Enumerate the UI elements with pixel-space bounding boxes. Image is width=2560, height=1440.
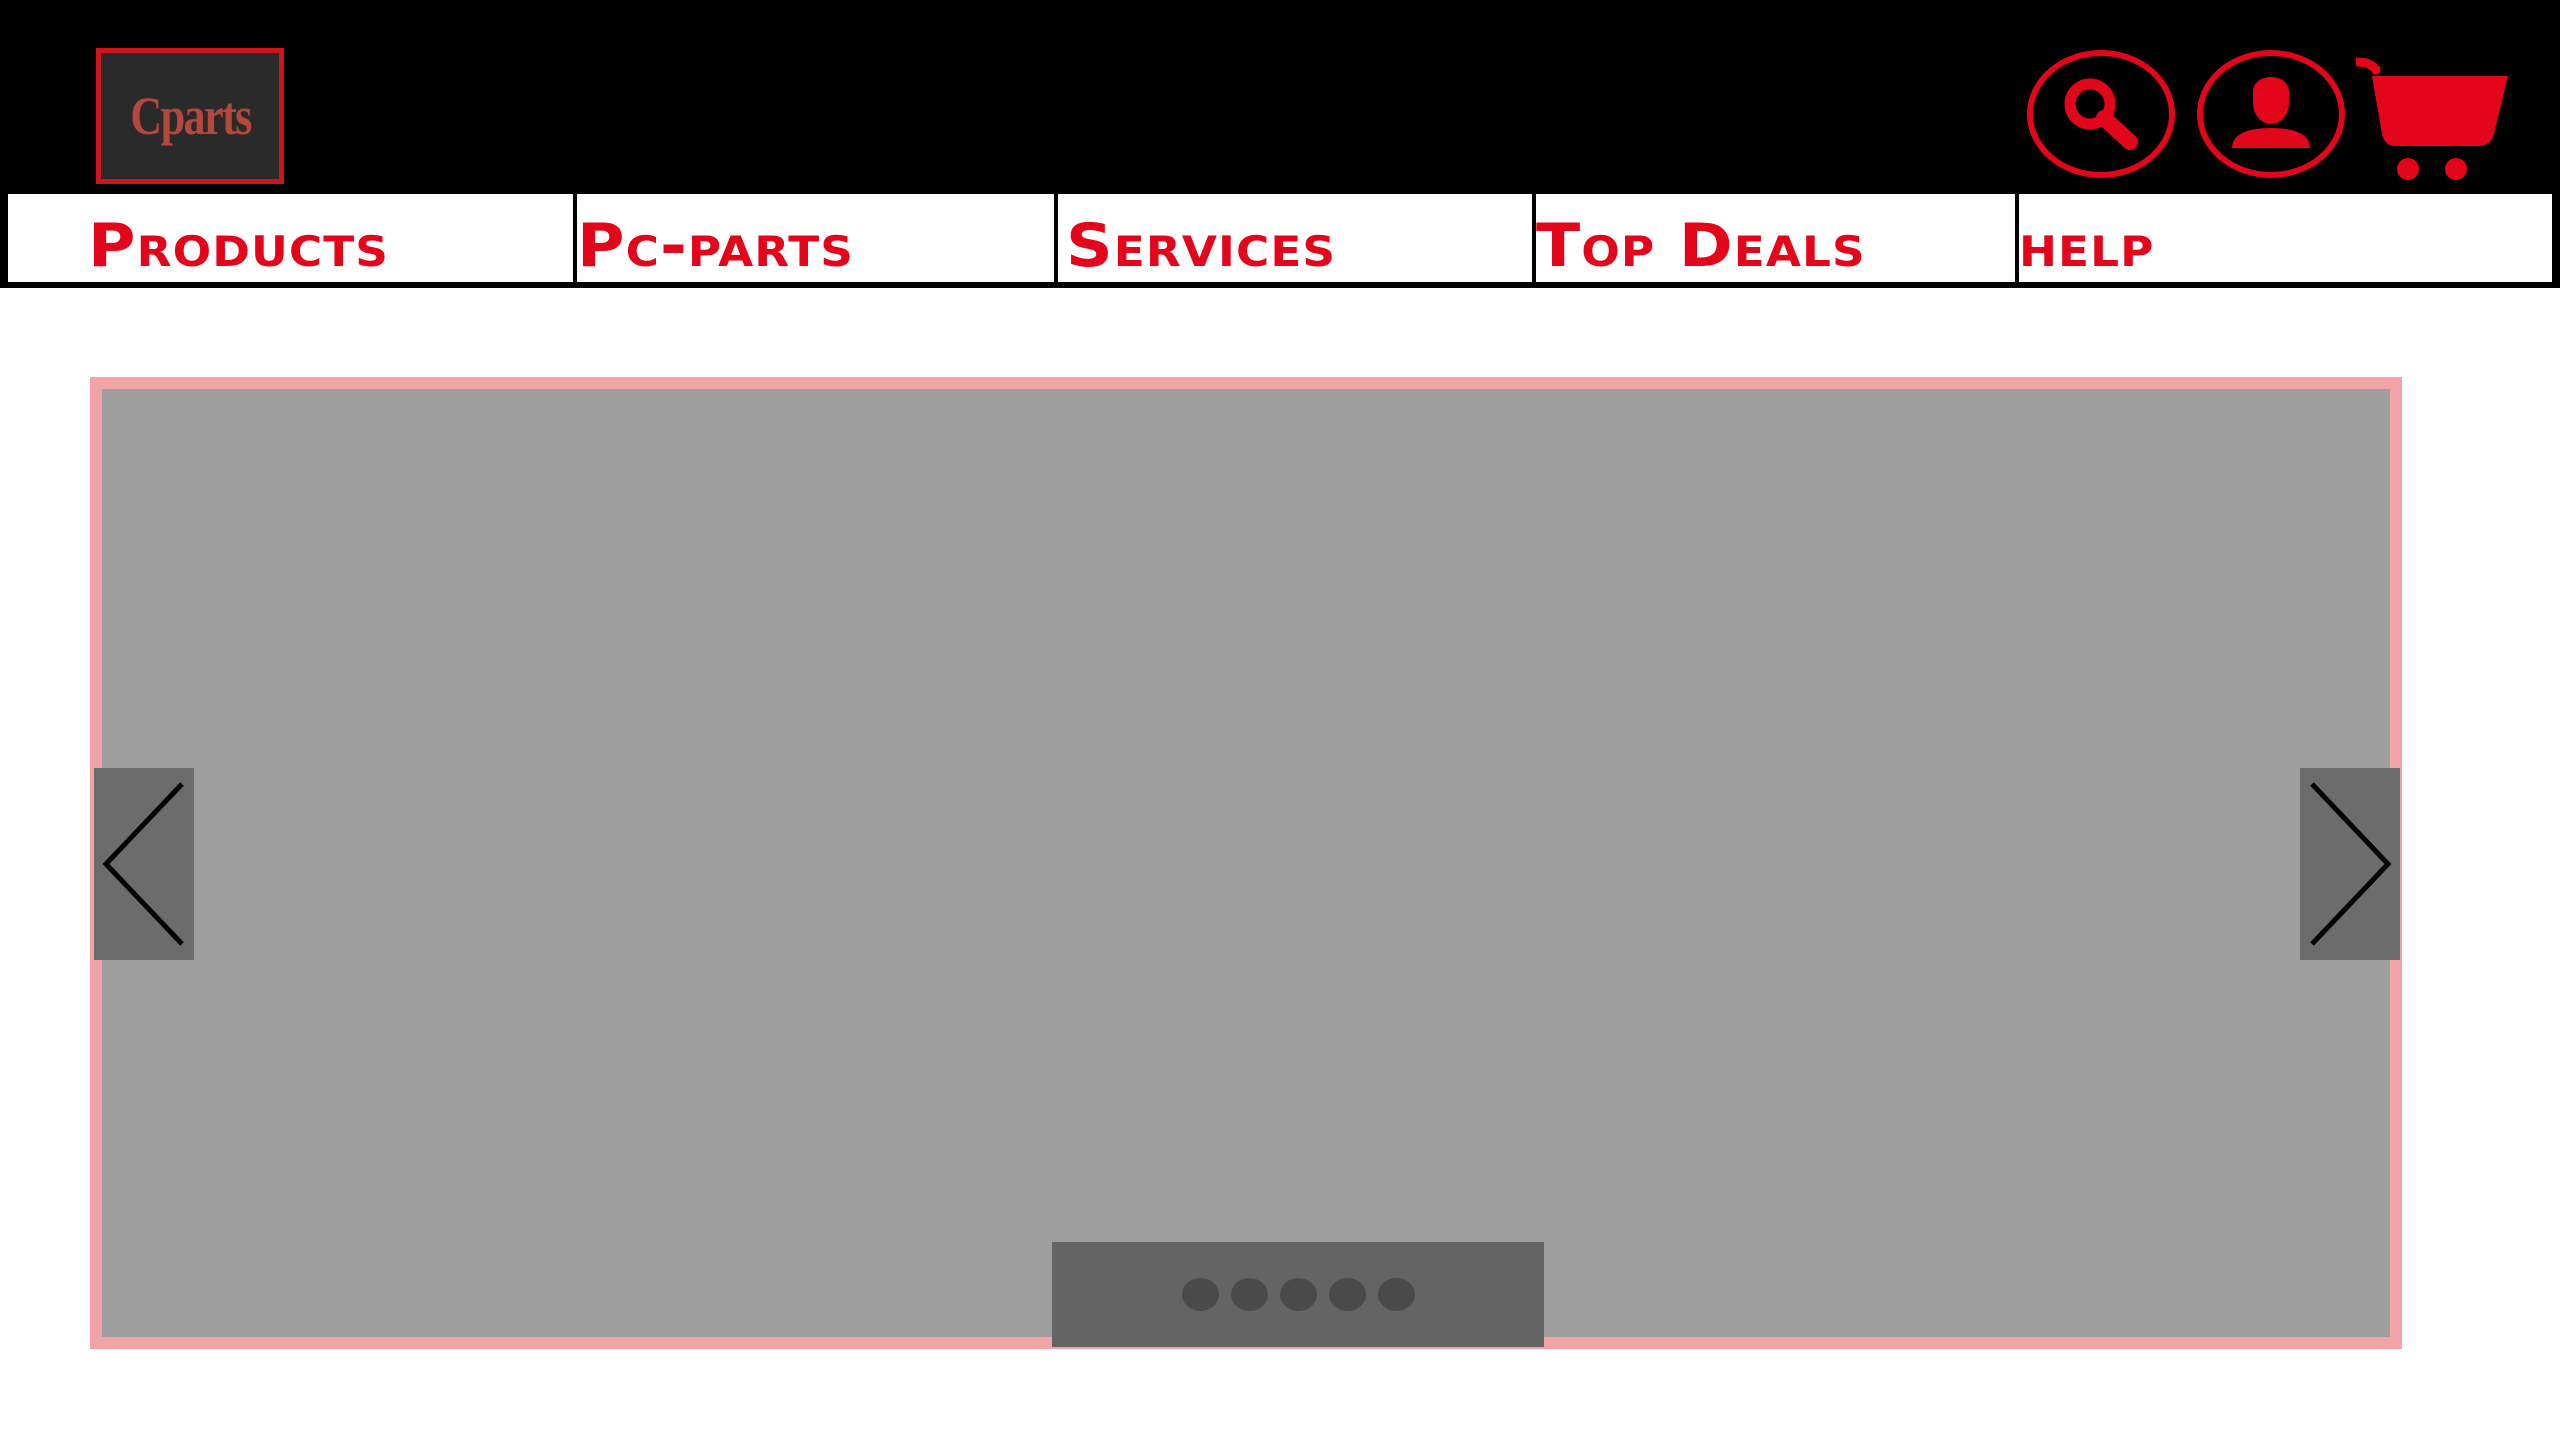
search-icon bbox=[2027, 50, 2175, 178]
carousel-indicators bbox=[1052, 1242, 1544, 1347]
carousel-dot[interactable] bbox=[1377, 1278, 1415, 1311]
search-button[interactable] bbox=[2026, 50, 2176, 178]
site-logo[interactable]: Cparts bbox=[96, 48, 284, 184]
nav-item-label: Products bbox=[88, 211, 390, 281]
carousel-slide[interactable] bbox=[102, 389, 2390, 1337]
user-account-icon bbox=[2197, 50, 2345, 178]
nav-item-services[interactable]: Services bbox=[1058, 194, 1532, 282]
logo-text: Cparts bbox=[129, 86, 252, 146]
chevron-left-icon bbox=[102, 782, 184, 946]
carousel-dot[interactable] bbox=[1279, 1278, 1317, 1311]
carousel-prev-button[interactable] bbox=[94, 768, 194, 960]
carousel-next-button[interactable] bbox=[2300, 768, 2400, 960]
main-nav: Products Pc-parts Services Top Deals hel… bbox=[0, 194, 2560, 288]
nav-item-top-deals[interactable]: Top Deals bbox=[1536, 194, 2015, 282]
carousel-dot[interactable] bbox=[1328, 1278, 1366, 1311]
nav-item-pc-parts[interactable]: Pc-parts bbox=[577, 194, 1054, 282]
nav-item-label: Top Deals bbox=[1536, 211, 1866, 281]
nav-item-products[interactable]: Products bbox=[8, 194, 573, 282]
header-bar: Cparts bbox=[0, 0, 2560, 196]
hero-carousel bbox=[90, 377, 2402, 1349]
shopping-cart-icon bbox=[2356, 57, 2508, 180]
page: Cparts Products Pc-parts Services Top De… bbox=[0, 0, 2560, 1440]
carousel-dot[interactable] bbox=[1181, 1278, 1219, 1311]
nav-item-label: help bbox=[2019, 211, 2155, 281]
nav-item-label: Pc-parts bbox=[577, 211, 855, 281]
chevron-right-icon bbox=[2310, 782, 2392, 946]
nav-item-help[interactable]: help bbox=[2019, 194, 2552, 282]
account-button[interactable] bbox=[2196, 50, 2346, 178]
nav-item-label: Services bbox=[1066, 211, 1337, 281]
carousel-dot[interactable] bbox=[1230, 1278, 1268, 1311]
cart-button[interactable] bbox=[2356, 56, 2516, 184]
